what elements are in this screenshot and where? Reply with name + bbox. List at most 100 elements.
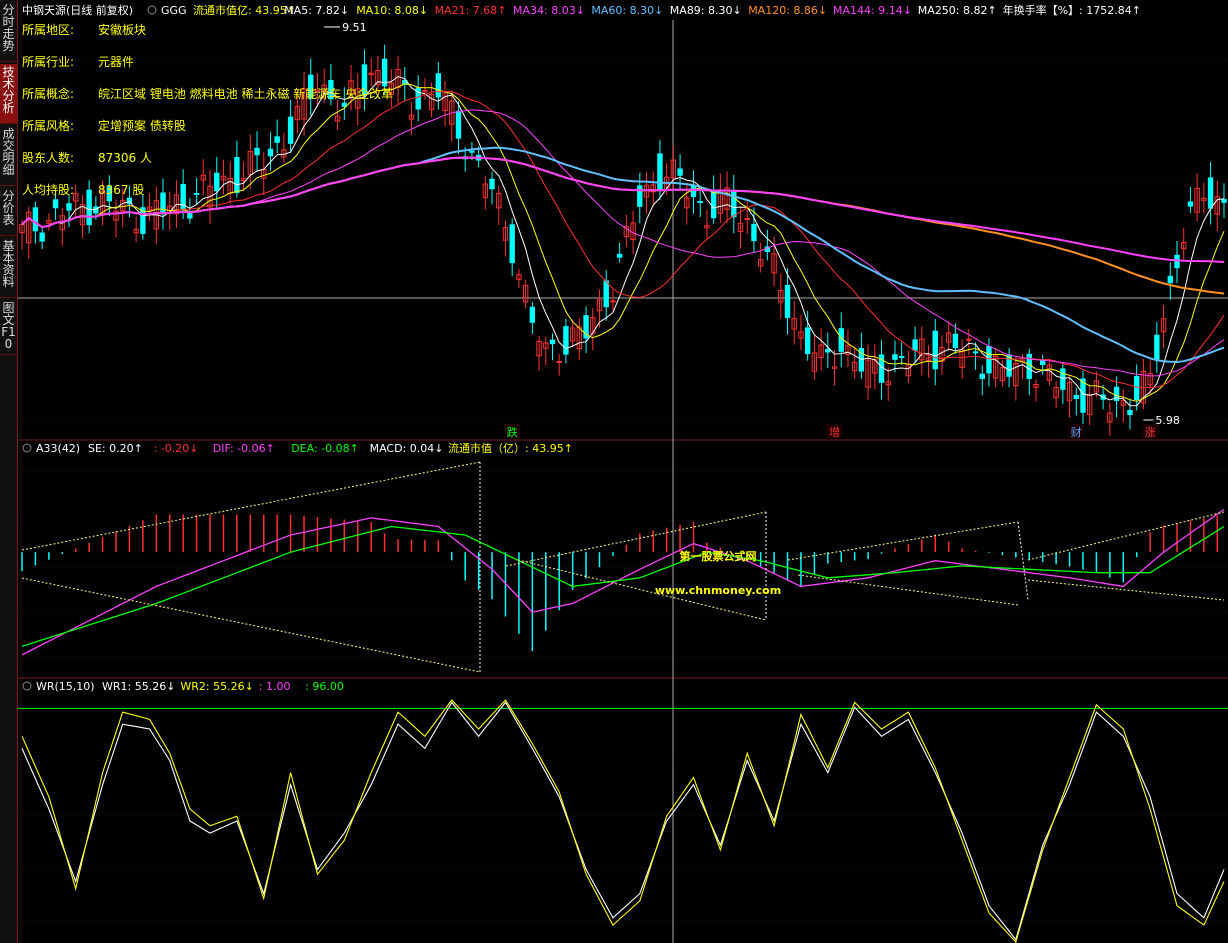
watermark-title: 第一股票公式网	[680, 549, 757, 563]
wr2-line	[21, 699, 1225, 943]
sidebar-tabs: 分时走势技术分析成交明细分价表基本资料图文F10	[0, 0, 18, 943]
wr-panel: WR(15,10) WR1: 55.26↓ WR2: 55.26↓: 1.00: 9…	[18, 680, 1228, 943]
candle-body	[381, 58, 388, 87]
info-value-3: 定增预案 债转股	[98, 118, 186, 133]
candle-body	[986, 346, 992, 374]
candle-body	[1207, 177, 1214, 209]
candle-body	[489, 178, 495, 190]
candle-body	[1060, 368, 1066, 390]
wr-header-item-3: : 96.00	[305, 680, 344, 693]
candle-body	[677, 168, 683, 176]
sidebar-tab-5[interactable]: 图文F10	[0, 300, 17, 355]
info-value-2: 皖江区域 锂电池 燃料电池 稀土永磁 新能源车 央企改革	[98, 86, 393, 101]
candle-body	[697, 201, 703, 204]
signal-label-1: 增	[829, 425, 840, 439]
header-item-4: MA34: 8.03↓	[513, 4, 585, 17]
candle-body	[1187, 201, 1194, 207]
sidebar-tab-3[interactable]: 分价表	[0, 188, 17, 236]
channel-edge-2	[1017, 521, 1029, 601]
low-price-label: 5.98	[1155, 414, 1180, 427]
candle-body	[32, 207, 39, 232]
candle-body	[972, 351, 979, 354]
info-label-2: 所属概念:	[22, 86, 74, 101]
candle-body	[784, 284, 791, 318]
macd-header-item-3: DEA: -0.08↑	[291, 442, 359, 455]
candle-body	[603, 280, 609, 308]
candle-body	[657, 153, 663, 191]
ma-line-ma144	[21, 156, 1225, 263]
sidebar-tab-4[interactable]: 基本资料	[0, 238, 17, 298]
ma-line-ma120	[21, 156, 1225, 295]
header-item-6: MA89: 8.30↓	[670, 4, 742, 17]
header-item-10: 年换手率【%】: 1752.84↑	[1003, 3, 1141, 17]
candle-body	[1080, 378, 1086, 413]
channel-line-6	[1027, 511, 1225, 561]
candle-body	[932, 330, 938, 370]
header-item-2: MA10: 8.08↓	[356, 4, 428, 17]
candle-body	[744, 218, 750, 221]
info-value-1: 元器件	[98, 55, 134, 69]
candle-body	[979, 373, 985, 380]
channel-line-4	[787, 521, 1019, 561]
info-label-0: 所属地区:	[22, 23, 74, 37]
candle-body	[804, 327, 811, 355]
sidebar-tab-2[interactable]: 成交明细	[0, 126, 17, 186]
candle-body	[267, 148, 274, 157]
candle-body	[892, 354, 898, 360]
channel-line-7	[1027, 579, 1225, 601]
candle-body	[1073, 394, 1079, 400]
candle-body	[469, 150, 475, 153]
candle-body	[610, 300, 616, 303]
candle-body	[563, 326, 569, 355]
candle-body	[556, 360, 562, 363]
ma-line-ma10	[21, 83, 1225, 402]
candle-body	[187, 213, 193, 219]
candle-body	[616, 253, 623, 258]
candle-body	[1127, 409, 1133, 416]
macd-header-item-0: SE: 0.20↑	[88, 442, 143, 455]
candle-body	[455, 110, 462, 139]
sidebar-tab-0[interactable]: 分时走势	[0, 2, 17, 62]
sidebar-tab-1[interactable]: 技术分析	[0, 64, 17, 124]
wr-header-item-2: : 1.00	[259, 680, 291, 693]
macd-header-item-2: DIF: -0.06↑	[213, 442, 275, 455]
dea-line	[21, 525, 1225, 647]
candle-body	[529, 306, 536, 323]
macd-panel: A33(42) SE: 0.20↑: -0.20↓ DIF: -0.06↑ DEA: …	[21, 441, 1225, 673]
candle-body	[912, 339, 918, 351]
wr1-line	[21, 701, 1225, 941]
candle-body	[435, 73, 442, 98]
channel-line-5	[797, 574, 1019, 606]
candle-body	[690, 185, 697, 198]
signal-label-3: 涨	[1145, 426, 1156, 439]
header-item-9: MA250: 8.82↑	[918, 4, 997, 17]
macd-toggle-icon	[22, 443, 32, 453]
candle-body	[254, 147, 260, 156]
kline-chart: A33(42) SE: 0.20↑: -0.20↓ DIF: -0.06↑ DEA: …	[18, 3, 1228, 943]
candle-body	[838, 328, 844, 352]
candle-body	[1167, 275, 1173, 284]
candle-body	[234, 156, 240, 193]
candle-body	[39, 232, 45, 242]
candle-body	[1221, 199, 1227, 203]
candle-body	[825, 348, 831, 353]
ma-line-ma34	[21, 109, 1225, 377]
candle-body	[214, 172, 220, 192]
watermark-url: www.chnmoney.com	[655, 584, 781, 597]
info-value-4: 87306 人	[98, 151, 152, 165]
candle-body	[952, 333, 959, 348]
wr-header-item-1: WR2: 55.26↓	[180, 680, 253, 693]
header-item-8: MA144: 9.14↓	[833, 4, 912, 17]
candle-body	[274, 136, 280, 143]
macd-header-item-4: MACD: 0.04↓	[370, 442, 444, 455]
candle-body	[509, 224, 515, 264]
moving-average-lines	[21, 75, 1225, 407]
info-label-1: 所属行业:	[22, 55, 74, 69]
info-label-3: 所属风格:	[22, 118, 74, 133]
header-item-0: 流通市值亿: 43.95↑	[193, 3, 296, 17]
indicator-toggle-icon	[147, 5, 157, 15]
candle-body	[1134, 375, 1140, 401]
stock-title: 中钢天源(日线 前复权)	[22, 3, 133, 17]
candle-body	[898, 355, 905, 358]
candle-body	[52, 199, 59, 209]
